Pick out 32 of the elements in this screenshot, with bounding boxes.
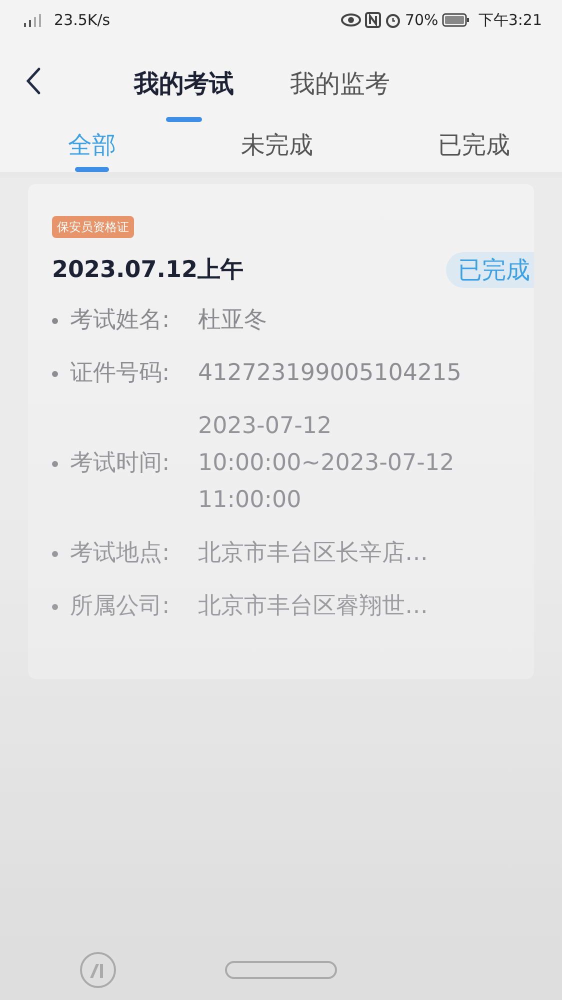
field-label: 证件号码: — [70, 359, 171, 388]
bullet-icon — [52, 604, 58, 610]
field-label: 考试时间: — [70, 449, 171, 478]
bullet-icon — [52, 460, 58, 466]
network-speed: 23.5K/s — [54, 10, 110, 31]
nfc-icon — [364, 12, 381, 28]
field-value: 2023-07-12 10:00:00~2023-07-12 11:00:00 — [198, 412, 456, 515]
field-value: 北京市丰台区长辛店… — [198, 539, 429, 568]
eye-icon — [340, 13, 361, 27]
assistant-icon[interactable] — [79, 951, 117, 989]
filter-tab[interactable]: 已完成 — [438, 126, 510, 172]
home-indicator[interactable] — [225, 961, 337, 979]
category-tag: 保安员资格证 — [52, 216, 134, 238]
field-value: 412723199005104215 — [198, 359, 462, 388]
field-label: 所属公司: — [70, 592, 171, 621]
bullet-icon — [52, 370, 58, 376]
battery-percent: 70% — [404, 10, 438, 31]
alarm-icon — [384, 12, 401, 28]
status-label: 已完成 — [446, 252, 534, 288]
exam-card[interactable]: 保安员资格证 2023.07.12上午 已完成 考试姓名: 杜亚冬 证件号码: 412723199005104215 考试时间: 2023-07-12 10:00:00~2023-07-12 11:00:00 考试地点: 北京市丰台区长辛店… 所属公司: 北京市丰台区睿翔世… — [28, 184, 534, 679]
filter-tab[interactable]: 未完成 — [241, 126, 313, 172]
header-tab[interactable]: 我的监考 — [290, 52, 390, 122]
field-value: 杜亚冬 — [198, 306, 268, 335]
field-label: 考试地点: — [70, 539, 171, 568]
bullet-icon — [52, 318, 58, 324]
battery-icon — [442, 12, 470, 28]
bullet-icon — [52, 550, 58, 556]
exam-date: 2023.07.12上午 — [52, 256, 244, 285]
field-label: 考试姓名: — [70, 306, 171, 335]
clock-time: 下午3:21 — [478, 10, 542, 31]
header-tab[interactable]: 我的考试 — [134, 52, 234, 122]
field-value: 北京市丰台区睿翔世… — [198, 592, 429, 621]
